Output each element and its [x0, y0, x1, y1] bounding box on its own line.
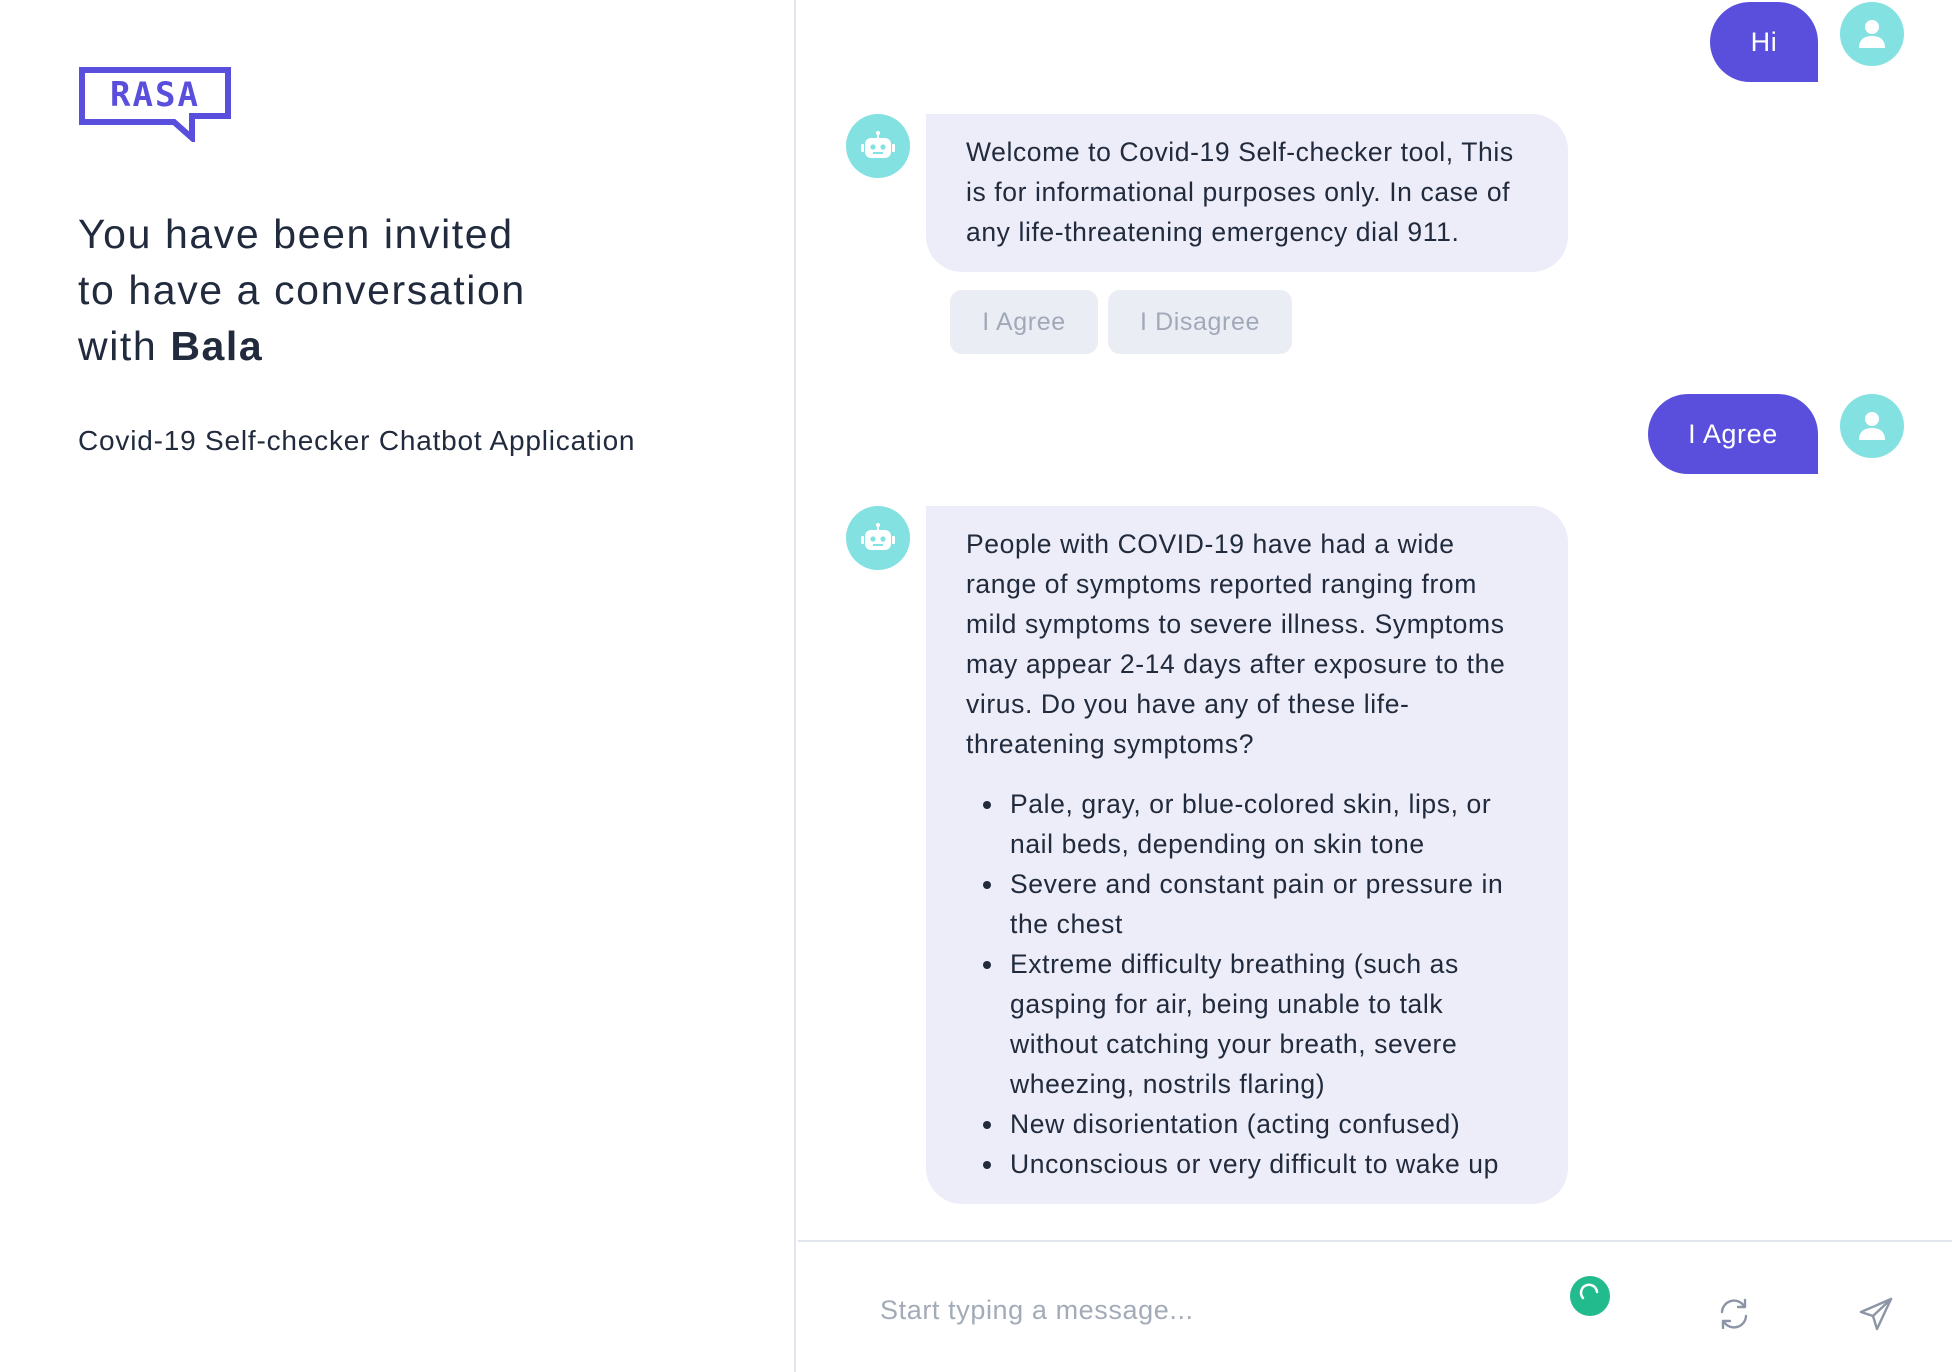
user-message: Hi — [1710, 2, 1818, 82]
status-indicator — [1570, 1276, 1610, 1316]
bot-message: People with COVID-19 have had a wide ran… — [926, 506, 1568, 1204]
logo-text: RASA — [110, 75, 200, 115]
bot-message: Welcome to Covid-19 Self-checker tool, T… — [926, 114, 1568, 272]
loading-icon — [1579, 1283, 1599, 1300]
list-item: Severe and constant pain or pressure in … — [1006, 864, 1532, 944]
user-avatar — [1840, 394, 1904, 458]
bot-avatar — [846, 506, 910, 570]
list-item: Unconscious or very difficult to wake up — [1006, 1144, 1532, 1184]
quick-reply-disagree-button[interactable]: I Disagree — [1108, 290, 1292, 354]
send-icon — [1859, 1297, 1893, 1331]
symptom-list: Pale, gray, or blue-colored skin, lips, … — [966, 784, 1532, 1184]
user-icon — [1859, 412, 1885, 440]
invite-line-3-prefix: with — [78, 323, 171, 369]
bot-message-text: People with COVID-19 have had a wide ran… — [966, 529, 1506, 759]
conversation-panel[interactable]: Hi Welcome to Covid-19 Self-checker tool… — [798, 0, 1952, 1240]
bot-avatar — [846, 114, 910, 178]
bot-message-text: Welcome to Covid-19 Self-checker tool, T… — [966, 137, 1514, 247]
list-item: Extreme difficulty breathing (such as ga… — [1006, 944, 1532, 1104]
user-message: I Agree — [1648, 394, 1818, 474]
list-item: New disorientation (acting confused) — [1006, 1104, 1532, 1144]
message-input[interactable] — [878, 1286, 1522, 1334]
invite-heading: You have been invited to have a conversa… — [78, 206, 638, 374]
refresh-icon — [1720, 1298, 1748, 1330]
message-composer — [798, 1240, 1952, 1372]
send-button[interactable] — [1856, 1294, 1896, 1334]
rasa-logo: RASA — [79, 67, 231, 142]
invite-line-2: to have a conversation — [78, 267, 526, 313]
quick-reply-agree-button[interactable]: I Agree — [950, 290, 1098, 354]
invite-panel: RASA You have been invited to have a con… — [0, 0, 796, 1372]
restart-button[interactable] — [1714, 1294, 1754, 1334]
user-icon — [1859, 20, 1885, 48]
app-subtitle: Covid-19 Self-checker Chatbot Applicatio… — [78, 425, 636, 456]
list-item: Pale, gray, or blue-colored skin, lips, … — [1006, 784, 1532, 864]
invite-line-3: with Bala — [78, 318, 638, 374]
invite-line-1: You have been invited — [78, 211, 514, 257]
user-avatar — [1840, 2, 1904, 66]
robot-icon — [861, 523, 895, 550]
bot-name: Bala — [170, 323, 264, 369]
robot-icon — [861, 131, 895, 158]
